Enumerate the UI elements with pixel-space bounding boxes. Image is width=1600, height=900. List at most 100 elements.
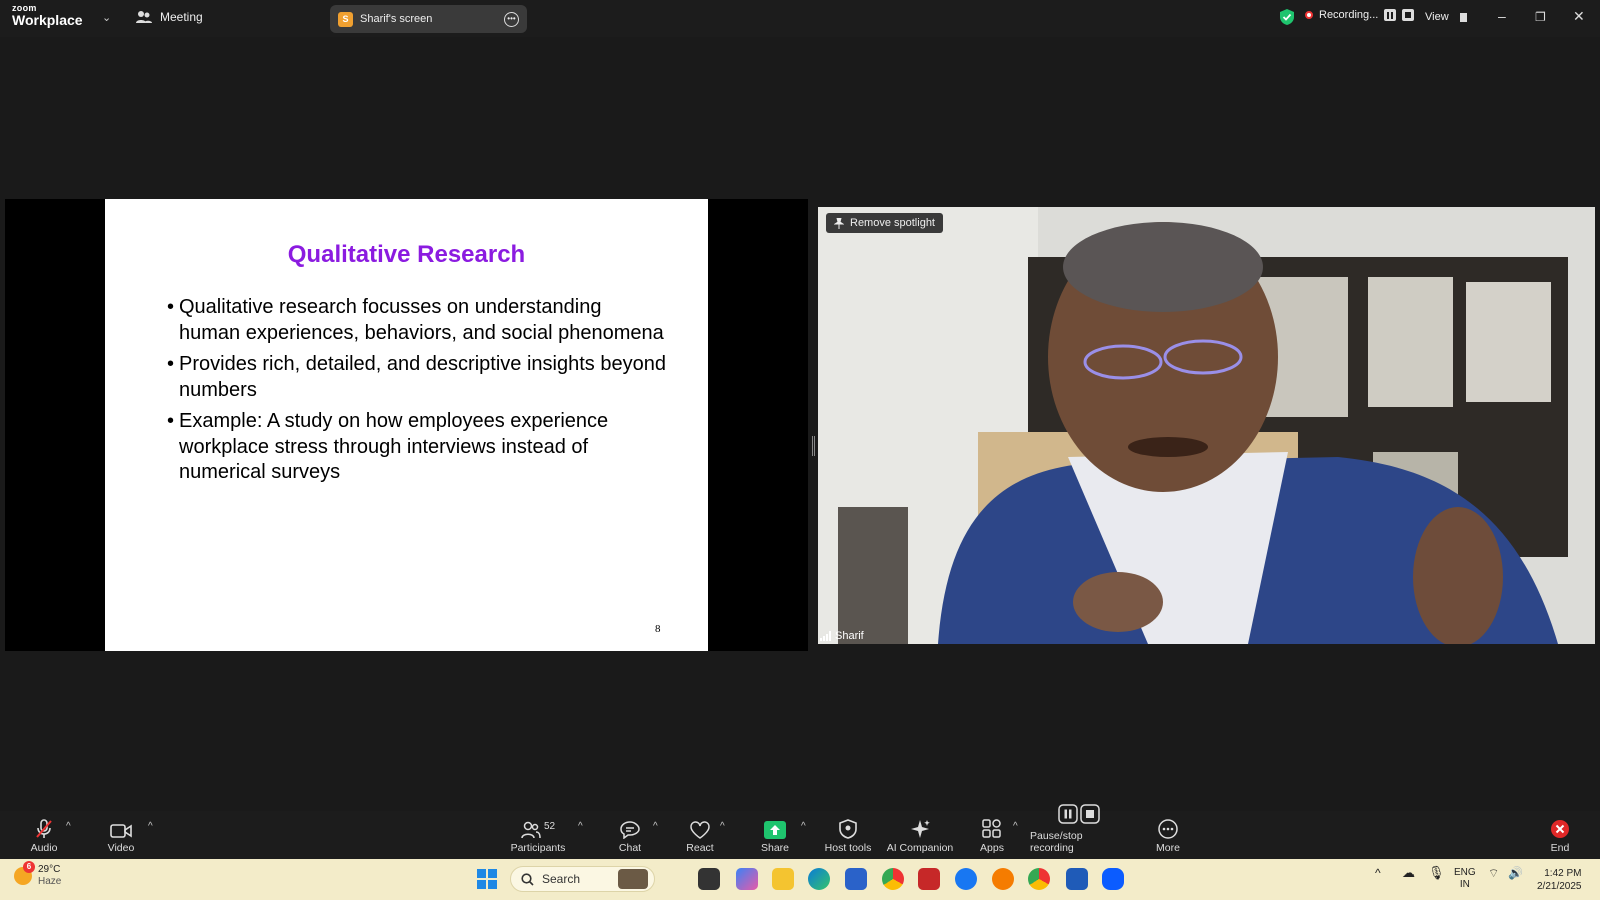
copilot-icon[interactable] <box>736 868 758 890</box>
onedrive-icon[interactable]: ☁ <box>1402 865 1415 881</box>
view-menu[interactable]: View <box>1425 11 1467 23</box>
volume-icon[interactable]: 🔊 <box>1508 866 1523 880</box>
slide-page-number: 8 <box>655 623 661 635</box>
panel-resize-handle[interactable] <box>812 436 815 456</box>
stop-recording-icon[interactable] <box>1402 9 1415 21</box>
host-tools-button[interactable]: Host tools <box>822 811 874 859</box>
os-taskbar: 6 29°C Haze Search ^ ☁ 🎙 ENG IN ⌔ 🔊 1:42… <box>0 859 1600 900</box>
apps-button[interactable]: Apps <box>972 811 1012 859</box>
heart-icon <box>690 821 710 839</box>
apps-options-caret-icon[interactable]: ^ <box>1013 821 1018 832</box>
brand-bottom: Workplace <box>12 12 83 28</box>
participants-count: 52 <box>543 821 556 832</box>
presentation-slide: Qualitative Research Qualitative researc… <box>105 199 708 651</box>
participants-button[interactable]: 52 Participants <box>508 811 568 859</box>
encryption-shield-icon[interactable] <box>1280 9 1294 30</box>
word-icon[interactable] <box>1066 868 1088 890</box>
chrome-profile-icon[interactable] <box>1028 868 1050 890</box>
clock-date: 2/21/2025 <box>1537 881 1582 892</box>
facebook-icon[interactable] <box>955 868 977 890</box>
windows-start-icon[interactable] <box>477 869 497 894</box>
recording-dot-icon <box>1305 11 1313 19</box>
stop-icon <box>1080 804 1100 824</box>
chat-icon <box>620 821 640 839</box>
weather-badge: 6 <box>23 861 35 873</box>
search-placeholder: Search <box>542 872 581 886</box>
host-tools-label: Host tools <box>824 842 872 854</box>
shield-icon <box>839 819 857 839</box>
remove-spotlight-label: Remove spotlight <box>850 217 935 229</box>
ai-companion-button[interactable]: AI Companion <box>886 811 954 859</box>
pause-stop-label: Pause/stop recording <box>1030 830 1083 854</box>
video-options-caret-icon[interactable]: ^ <box>148 821 153 832</box>
meeting-toolbar: Audio ^ Video ^ 52 Participants ^ Chat ^… <box>0 804 1600 859</box>
remove-spotlight-button[interactable]: Remove spotlight <box>826 213 943 233</box>
audio-options-caret-icon[interactable]: ^ <box>66 821 71 832</box>
recording-indicator[interactable]: Recording... <box>1305 9 1415 21</box>
camera-icon <box>110 824 132 838</box>
weather-sun-icon: 6 <box>14 861 35 885</box>
recording-label: Recording... <box>1319 9 1379 21</box>
more-label: More <box>1156 842 1180 854</box>
video-button[interactable]: Video <box>100 811 142 859</box>
language-indicator[interactable]: ENG IN <box>1454 867 1476 891</box>
chrome-icon[interactable] <box>882 868 904 890</box>
share-screen-icon <box>764 821 786 839</box>
filezilla-icon[interactable] <box>918 868 940 890</box>
audio-button[interactable]: Audio <box>24 811 64 859</box>
store-icon[interactable] <box>845 868 867 890</box>
zoom-app-icon[interactable] <box>1102 868 1124 890</box>
ai-companion-label: AI Companion <box>886 842 954 854</box>
video-label: Video <box>107 842 135 854</box>
participants-options-caret-icon[interactable]: ^ <box>578 821 583 832</box>
end-label: End <box>1550 842 1570 854</box>
slide-bullet: Qualitative research focusses on underst… <box>167 295 667 346</box>
title-bar: zoom Workplace ⌄ Meeting S Sharif's scre… <box>0 0 1600 37</box>
close-icon[interactable]: ✕ <box>1573 8 1585 25</box>
search-icon <box>521 872 534 886</box>
signal-strength-icon <box>820 631 831 641</box>
chat-label: Chat <box>618 842 642 854</box>
edge-browser-icon[interactable] <box>808 868 830 890</box>
microphone-icon[interactable]: 🎙 <box>1428 865 1445 881</box>
more-button[interactable]: More <box>1148 811 1188 859</box>
wifi-icon[interactable]: ⌔ <box>1488 866 1499 881</box>
participant-name-badge: Sharif <box>820 630 864 642</box>
tray-overflow-icon[interactable]: ^ <box>1375 866 1381 880</box>
search-highlight-icon <box>618 869 648 889</box>
lang-bottom: IN <box>1459 879 1470 890</box>
share-button[interactable]: Share <box>755 811 795 859</box>
slide-bullet: Provides rich, detailed, and descriptive… <box>167 352 667 403</box>
audio-label: Audio <box>30 842 58 854</box>
system-clock[interactable]: 1:42 PM 2/21/2025 <box>1537 867 1582 893</box>
meeting-icon <box>136 11 152 23</box>
pause-stop-recording-button[interactable]: Pause/stop recording <box>1030 804 1128 859</box>
weather-desc: Haze <box>38 876 62 887</box>
slide-bullet: Example: A study on how employees experi… <box>167 409 667 486</box>
react-options-caret-icon[interactable]: ^ <box>720 821 725 832</box>
end-meeting-button[interactable]: End <box>1540 811 1580 859</box>
restore-icon[interactable]: ❐ <box>1535 10 1546 24</box>
chat-options-caret-icon[interactable]: ^ <box>653 821 658 832</box>
microphone-muted-icon <box>36 819 52 838</box>
task-view-icon[interactable] <box>698 868 720 890</box>
weather-temp: 29°C <box>38 864 61 875</box>
screen-share-label: Sharif's screen <box>360 13 433 25</box>
weather-widget[interactable]: 6 29°C Haze <box>14 861 62 888</box>
more-options-icon[interactable]: ••• <box>504 11 519 27</box>
react-button[interactable]: React <box>680 811 720 859</box>
meeting-menu[interactable]: Meeting <box>136 10 203 24</box>
minimize-icon[interactable]: – <box>1498 8 1506 24</box>
app-icon[interactable] <box>992 868 1014 890</box>
share-label: Share <box>760 842 790 854</box>
participant-video: Remove spotlight Sharif <box>818 207 1595 644</box>
taskbar-search[interactable]: Search <box>510 866 655 892</box>
share-options-caret-icon[interactable]: ^ <box>801 821 806 832</box>
pause-recording-icon[interactable] <box>1384 9 1397 21</box>
chat-button[interactable]: Chat <box>610 811 650 859</box>
chevron-down-icon[interactable]: ⌄ <box>102 11 111 24</box>
pin-icon <box>834 217 844 229</box>
file-explorer-icon[interactable] <box>772 868 794 890</box>
slide-bullets: Qualitative research focusses on underst… <box>167 295 667 492</box>
screen-share-pill[interactable]: S Sharif's screen ••• <box>330 5 527 33</box>
